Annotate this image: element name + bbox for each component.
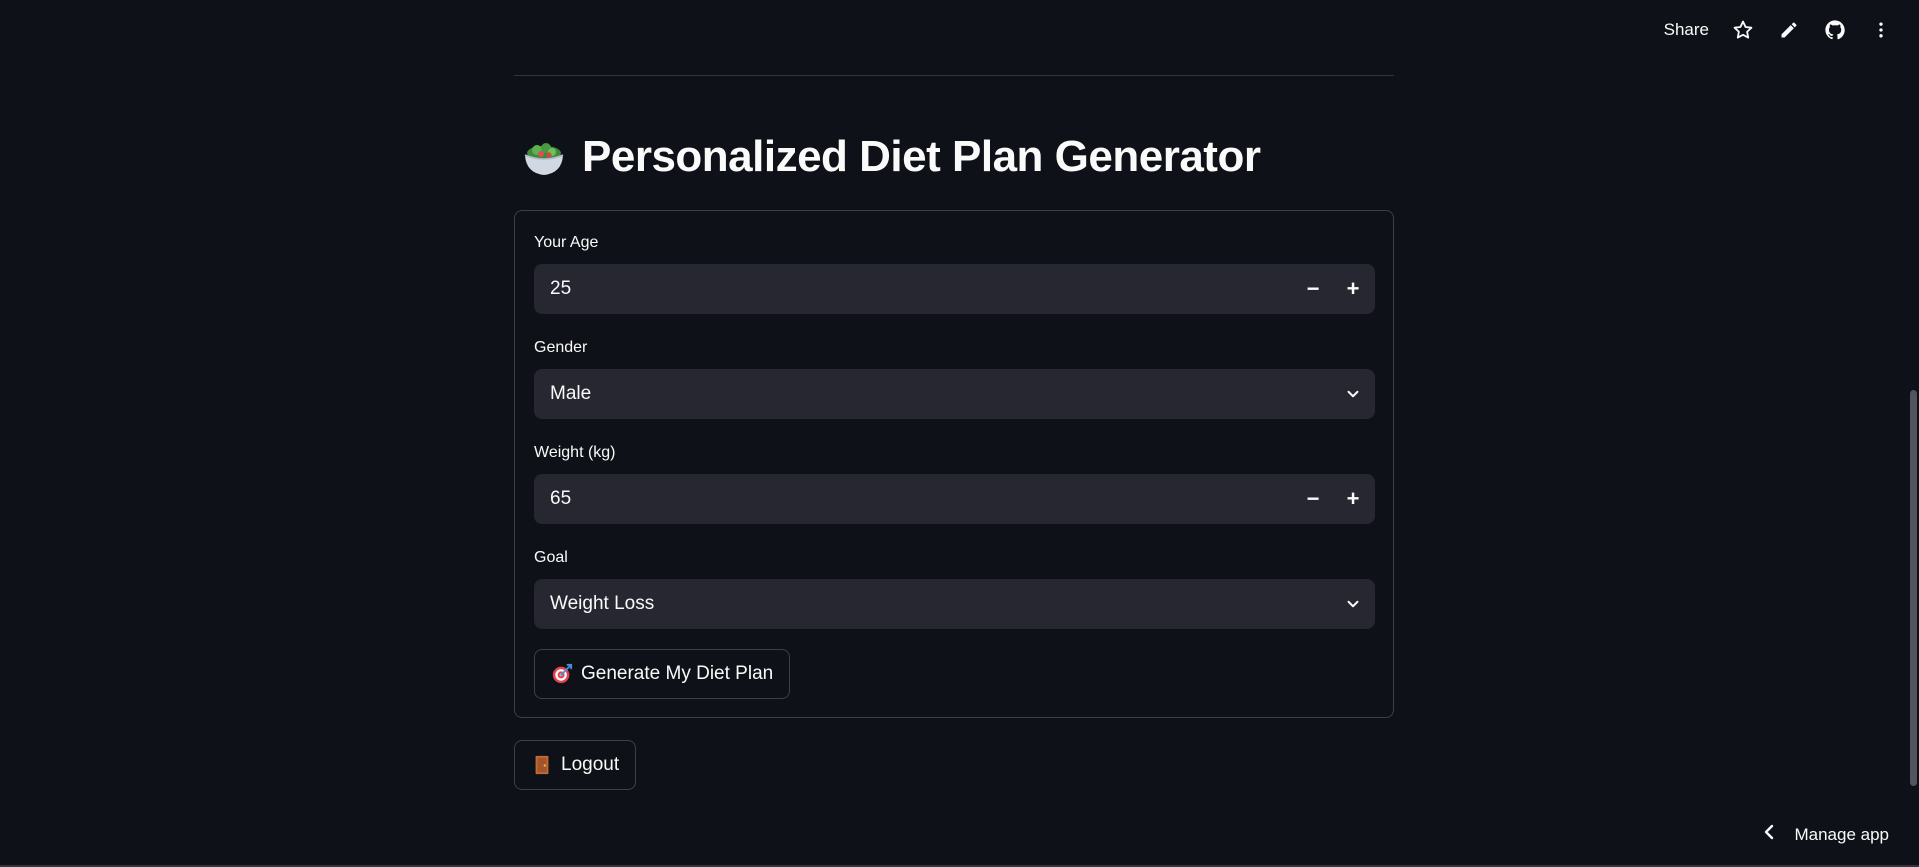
goal-value[interactable]: Weight Loss	[534, 593, 1331, 615]
weight-label: Weight (kg)	[534, 444, 616, 461]
door-icon	[531, 754, 553, 776]
age-value[interactable]: 25	[534, 278, 1293, 300]
chevron-down-icon[interactable]	[1331, 369, 1375, 419]
logout-button[interactable]: Logout	[514, 740, 637, 790]
chevron-down-icon[interactable]	[1331, 579, 1375, 629]
generate-diet-plan-button[interactable]: Generate My Diet Plan	[534, 649, 791, 699]
generate-diet-plan-label: Generate My Diet Plan	[581, 663, 774, 684]
logout-label: Logout	[561, 754, 620, 775]
age-increment-button[interactable]: +	[1333, 264, 1373, 314]
manage-app-label: Manage app	[1794, 824, 1889, 844]
age-number-input[interactable]: 25 − +	[534, 264, 1375, 314]
salad-bowl-icon	[520, 133, 568, 181]
target-dart-icon	[551, 663, 573, 685]
pencil-icon[interactable]	[1777, 18, 1801, 42]
weight-value[interactable]: 65	[534, 488, 1293, 510]
chevron-left-icon	[1762, 824, 1776, 845]
diet-form: Your Age 25 − + Gender Male Weight (kg) …	[514, 210, 1394, 718]
age-label: Your Age	[534, 234, 599, 251]
share-button[interactable]: Share	[1664, 20, 1709, 40]
github-icon[interactable]	[1823, 18, 1847, 42]
gender-label: Gender	[534, 339, 588, 356]
page-title: Personalized Diet Plan Generator	[520, 132, 1261, 182]
goal-label: Goal	[534, 549, 568, 566]
gender-select[interactable]: Male	[534, 369, 1375, 419]
weight-decrement-button[interactable]: −	[1293, 474, 1333, 524]
goal-select[interactable]: Weight Loss	[534, 579, 1375, 629]
star-icon[interactable]	[1731, 18, 1755, 42]
divider	[514, 75, 1394, 76]
more-vertical-icon[interactable]	[1869, 18, 1893, 42]
page-title-text: Personalized Diet Plan Generator	[582, 132, 1261, 181]
weight-number-input[interactable]: 65 − +	[534, 474, 1375, 524]
app-toolbar: Share	[1664, 14, 1893, 46]
age-decrement-button[interactable]: −	[1293, 264, 1333, 314]
gender-value[interactable]: Male	[534, 383, 1331, 405]
manage-app-button[interactable]: Manage app	[1762, 824, 1889, 845]
scrollbar[interactable]	[1910, 390, 1917, 786]
weight-increment-button[interactable]: +	[1333, 474, 1373, 524]
